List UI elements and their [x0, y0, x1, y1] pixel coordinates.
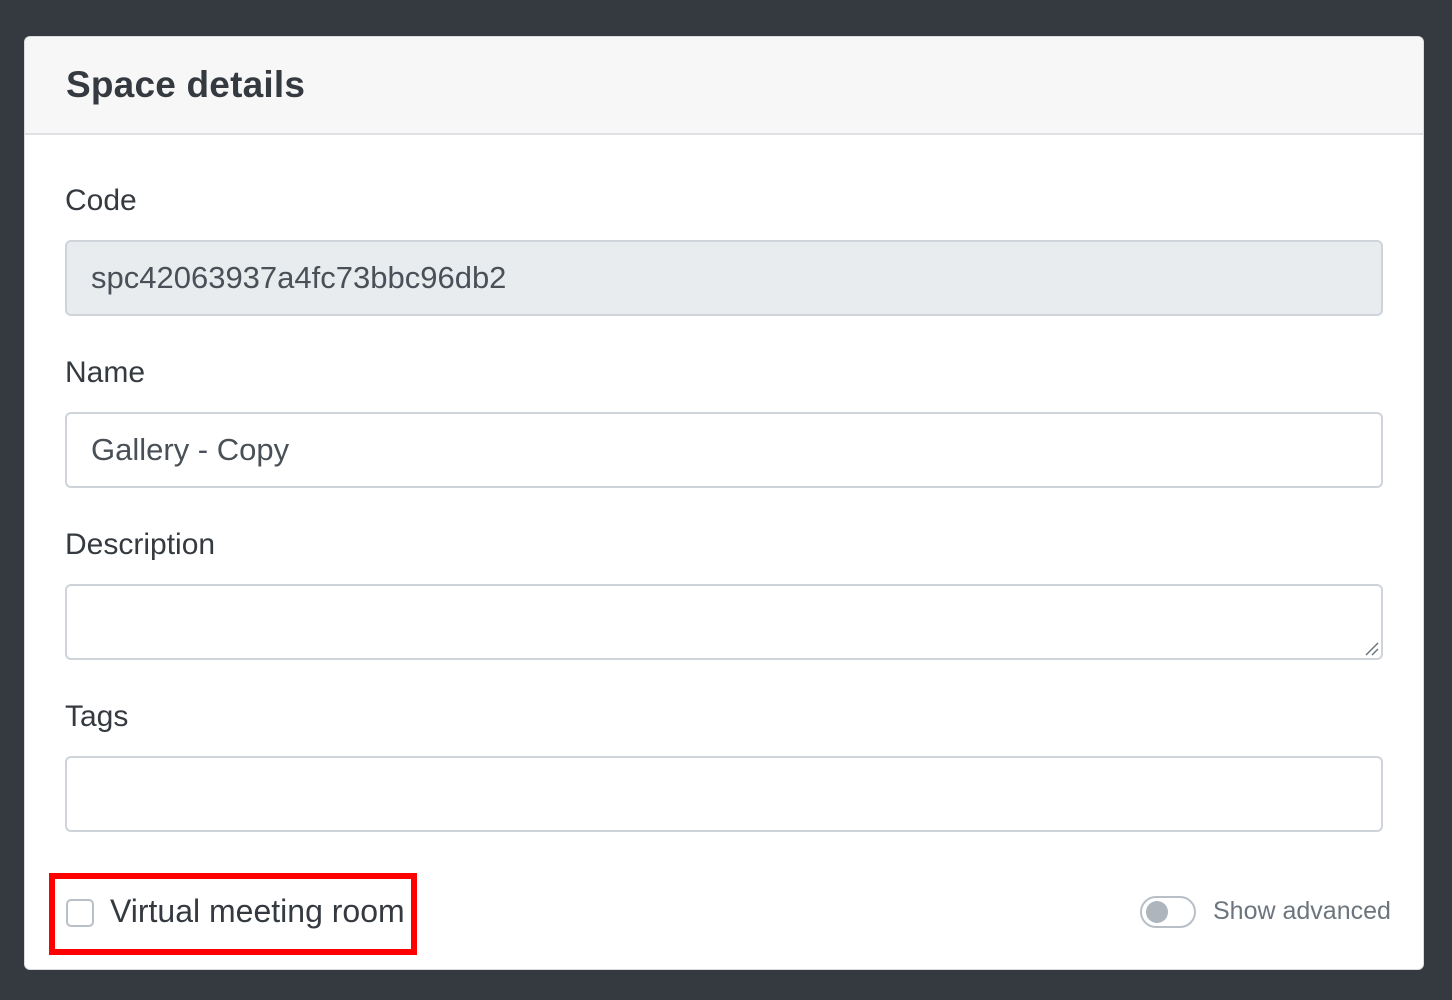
description-field [65, 584, 1383, 660]
show-advanced-label[interactable]: Show advanced [1213, 897, 1391, 926]
resize-grip-icon[interactable] [1363, 640, 1379, 656]
toggle-knob [1146, 901, 1168, 923]
code-label: Code [65, 184, 137, 217]
tags-input[interactable] [65, 756, 1383, 832]
name-label: Name [65, 356, 146, 389]
code-input[interactable] [65, 240, 1383, 316]
card-title: Space details [66, 64, 306, 105]
tags-label: Tags [65, 700, 129, 733]
description-textarea[interactable] [65, 584, 1383, 660]
card-header: Space details [25, 37, 1423, 135]
show-advanced-toggle[interactable] [1140, 896, 1196, 928]
virtual-meeting-room-checkbox[interactable] [66, 899, 94, 927]
virtual-meeting-room-label[interactable]: Virtual meeting room [110, 893, 405, 930]
description-label: Description [65, 528, 216, 561]
name-input[interactable] [65, 412, 1383, 488]
